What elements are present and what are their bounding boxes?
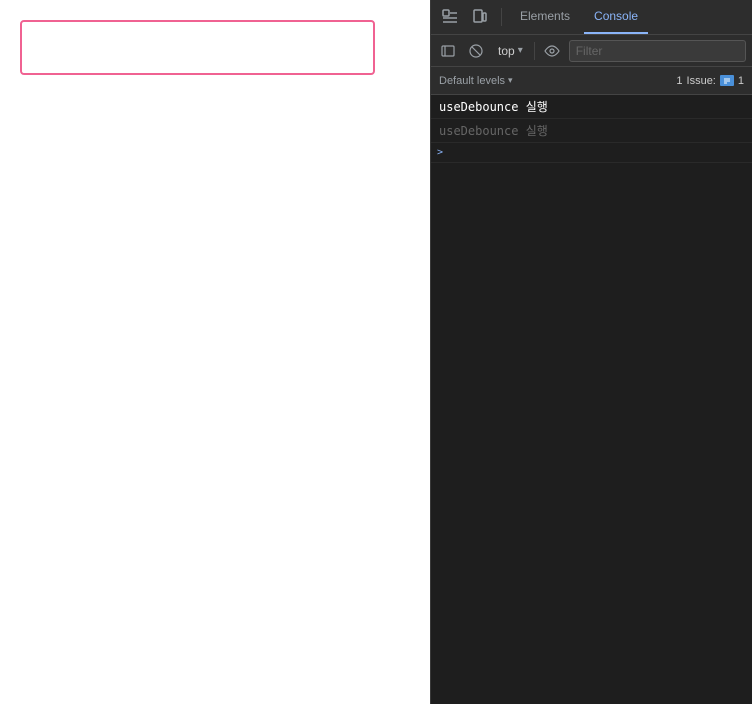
- filter-input[interactable]: [569, 40, 746, 62]
- default-levels-label: Default levels: [439, 75, 505, 87]
- levels-chevron-icon: ▾: [508, 75, 513, 86]
- levels-toolbar: Default levels ▾ 1 Issue: 1: [431, 67, 752, 95]
- tab-console[interactable]: Console: [584, 0, 648, 34]
- search-box[interactable]: [20, 20, 375, 75]
- page-area: [0, 0, 430, 704]
- console-output: useDebounce 실행 useDebounce 실행 >: [431, 95, 752, 704]
- devtools-tab-bar: Elements Console: [431, 0, 752, 35]
- live-expressions-btn[interactable]: [541, 40, 563, 62]
- issue-icon: [720, 75, 734, 86]
- issue-label-text: Issue:: [687, 75, 716, 87]
- default-levels-btn[interactable]: Default levels ▾: [439, 75, 513, 87]
- sidebar-toggle-btn[interactable]: [437, 40, 459, 62]
- console-toolbar: top ▾: [431, 35, 752, 67]
- device-mode-btn[interactable]: [467, 4, 493, 30]
- devtools-panel: Elements Console top ▾: [430, 0, 752, 704]
- expand-arrow-icon[interactable]: >: [437, 147, 443, 158]
- context-label: top: [498, 44, 515, 58]
- console-line-text: useDebounce 실행: [439, 122, 548, 139]
- issue-number: 1: [738, 75, 744, 87]
- console-expand-line[interactable]: >: [431, 143, 752, 163]
- console-line-text: useDebounce 실행: [439, 98, 548, 115]
- issue-count-label: 1: [676, 75, 682, 87]
- tab-elements[interactable]: Elements: [510, 0, 580, 34]
- issue-badge[interactable]: 1 Issue: 1: [676, 75, 744, 87]
- clear-console-btn[interactable]: [465, 40, 487, 62]
- context-selector[interactable]: top ▾: [493, 42, 528, 60]
- inspect-icon-btn[interactable]: [437, 4, 463, 30]
- context-chevron-icon: ▾: [518, 45, 523, 56]
- console-line: useDebounce 실행: [431, 119, 752, 143]
- console-line: useDebounce 실행: [431, 95, 752, 119]
